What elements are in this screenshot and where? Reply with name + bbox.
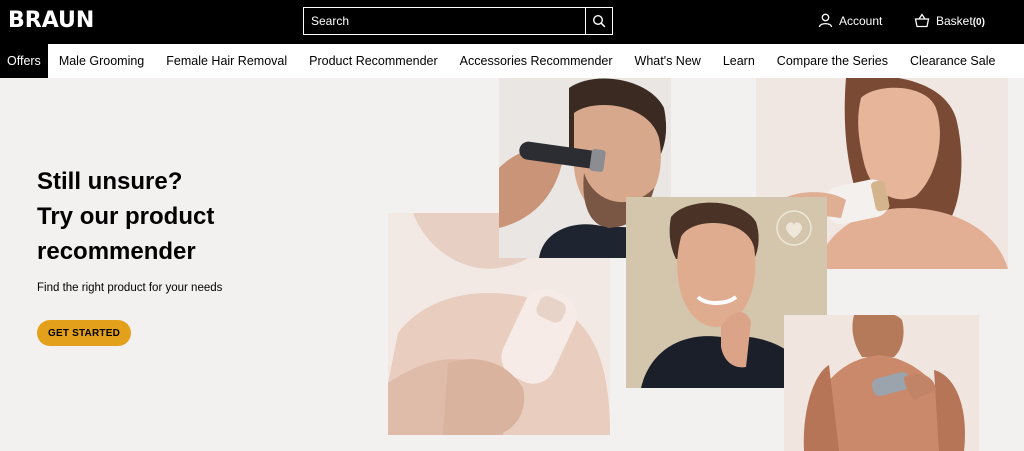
nav-item-clearance-sale[interactable]: Clearance Sale xyxy=(899,44,1006,78)
nav-item-accessories-recommender[interactable]: Accessories Recommender xyxy=(449,44,624,78)
search-input[interactable] xyxy=(304,8,586,34)
hero-banner: Still unsure? Try our product recommende… xyxy=(0,78,1024,451)
hero-title-line2: Try our product xyxy=(37,203,215,230)
hero-title: Still unsure? Try our product recommende… xyxy=(37,164,214,269)
hero-subtitle: Find the right product for your needs xyxy=(37,282,223,294)
nav-item-male-grooming[interactable]: Male Grooming xyxy=(48,44,155,78)
search-bar xyxy=(303,7,613,35)
nav-item-product-recommender[interactable]: Product Recommender xyxy=(298,44,449,78)
nav-item-learn[interactable]: Learn xyxy=(712,44,766,78)
photo-man-body-groomer xyxy=(784,315,979,451)
hero-title-line1: Still unsure? xyxy=(37,168,183,195)
top-bar: BRAUN Account Basket(0) xyxy=(0,0,1024,44)
nav-item-offers[interactable]: Offers xyxy=(0,44,48,78)
nav-item-compare-the-series[interactable]: Compare the Series xyxy=(766,44,899,78)
main-navigation: Offers Male Grooming Female Hair Removal Pr… xyxy=(0,44,1024,78)
account-label: Account xyxy=(839,13,883,28)
braun-logo[interactable]: BRAUN xyxy=(8,8,94,33)
nav-item-female-hair-removal[interactable]: Female Hair Removal xyxy=(155,44,298,78)
basket-icon xyxy=(914,13,930,28)
search-icon xyxy=(592,14,606,28)
basket-link[interactable]: Basket(0) xyxy=(914,13,985,28)
nav-item-what-s-new[interactable]: What's New xyxy=(624,44,712,78)
get-started-button[interactable]: GET STARTED xyxy=(37,320,131,346)
user-icon xyxy=(818,13,833,28)
basket-label: Basket xyxy=(936,13,973,28)
search-button[interactable] xyxy=(585,8,612,34)
account-link[interactable]: Account xyxy=(818,13,882,28)
basket-count: (0) xyxy=(972,16,985,28)
hero-title-line3: recommender xyxy=(37,238,196,265)
